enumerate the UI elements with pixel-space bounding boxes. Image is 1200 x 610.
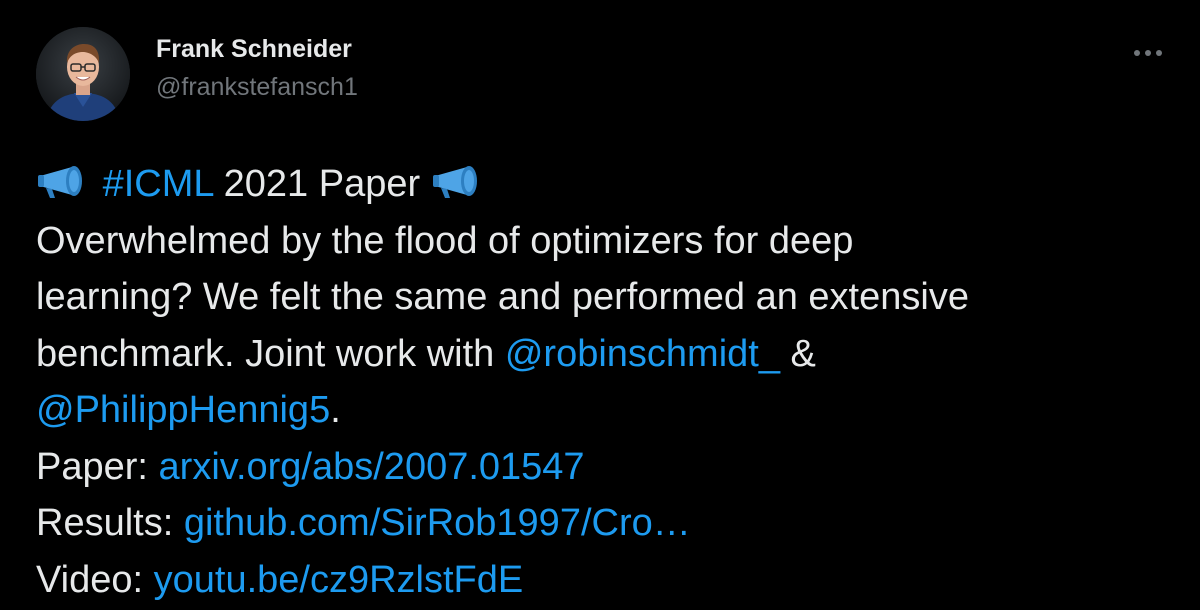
avatar[interactable] xyxy=(36,27,130,121)
video-url-link[interactable]: youtu.be/cz9RzlstFdE xyxy=(154,559,524,601)
body-line-3-after: & xyxy=(779,332,816,375)
video-link-line: Video: youtu.be/cz9RzlstFdE xyxy=(36,552,1176,609)
results-label: Results: xyxy=(36,502,184,544)
tweet-body-line-1: Overwhelmed by the flood of optimizers f… xyxy=(36,219,854,262)
tweet-body-line-2: learning? We felt the same and performed… xyxy=(36,276,969,318)
tweet-body-line-3: benchmark. Joint work with @robinschmidt… xyxy=(36,326,1176,383)
tweet-headline-line: #ICML 2021 Paper xyxy=(36,156,1176,213)
hashtag-icml-link[interactable]: #ICML xyxy=(103,163,214,205)
paper-url-link[interactable]: arxiv.org/abs/2007.01547 xyxy=(159,446,585,488)
paper-link-line: Paper: arxiv.org/abs/2007.01547 xyxy=(36,439,1176,496)
body-line-4-after: . xyxy=(330,389,341,431)
more-horizontal-icon xyxy=(1134,50,1162,56)
body-line-3-text: benchmark. Joint work with xyxy=(36,332,505,375)
results-link-line: Results: github.com/SirRob1997/Cro… xyxy=(36,495,1176,552)
megaphone-icon xyxy=(36,160,92,198)
mention-robinschmidt-link[interactable]: @robinschmidt_ xyxy=(505,333,780,375)
author-handle[interactable]: @frankstefansch1 xyxy=(156,72,358,102)
author-block: Frank Schneider @frankstefansch1 xyxy=(156,34,358,102)
megaphone-icon xyxy=(431,160,487,198)
results-url-link[interactable]: github.com/SirRob1997/Cro… xyxy=(184,502,691,544)
more-options-button[interactable] xyxy=(1126,38,1170,68)
headline-text: 2021 Paper xyxy=(213,163,431,205)
tweet-body-line-4: @PhilippHennig5. xyxy=(36,382,1176,439)
tweet-card: Frank Schneider @frankstefansch1 #ICML 2… xyxy=(0,0,1200,610)
tweet-text: #ICML 2021 Paper Overwhelmed by the floo… xyxy=(36,156,1176,608)
paper-label: Paper: xyxy=(36,445,159,488)
avatar-photo-icon xyxy=(36,27,130,121)
author-display-name[interactable]: Frank Schneider xyxy=(156,34,358,64)
video-label: Video: xyxy=(36,558,154,601)
mention-philipphennig-link[interactable]: @PhilippHennig5 xyxy=(36,389,330,431)
